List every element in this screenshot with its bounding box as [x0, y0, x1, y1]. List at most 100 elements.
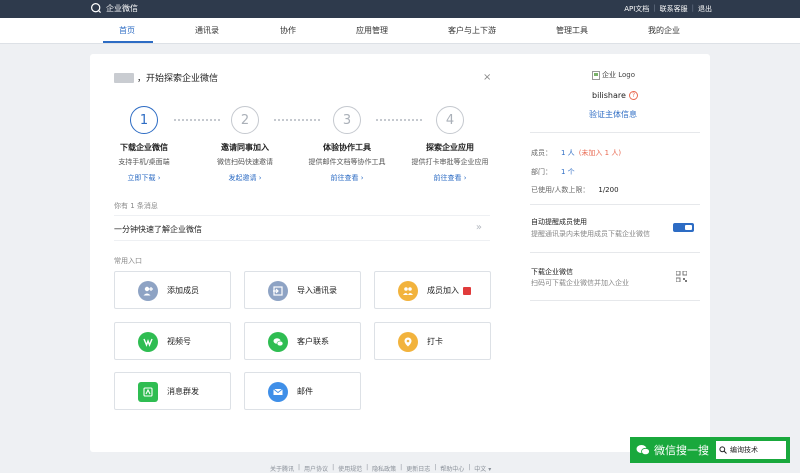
import-contacts-icon: [268, 281, 288, 301]
footer-terms[interactable]: 用户协议: [304, 464, 328, 473]
question-icon[interactable]: ?: [628, 91, 638, 100]
check-in-icon: [398, 332, 418, 352]
invite-link[interactable]: 发起邀请 ›: [205, 173, 285, 183]
nav-home[interactable]: 首页: [119, 25, 135, 36]
footer-help[interactable]: 帮助中心: [440, 464, 464, 473]
brand[interactable]: 企业微信: [90, 2, 138, 15]
step-desc: 支持手机/桌面端: [118, 158, 170, 166]
step-invite: 2 邀请同事加入 微信扫码快速邀请 发起邀请 ›: [205, 106, 285, 183]
divider: [530, 252, 700, 253]
view-collaboration-link[interactable]: 前往查看 ›: [307, 173, 387, 183]
entry-customer-contact[interactable]: 客户联系: [244, 322, 361, 360]
entry-label: 邮件: [297, 387, 313, 396]
download-now-link[interactable]: 立即下载 ›: [104, 173, 184, 183]
separator: |: [653, 4, 656, 12]
message-text: 一分钟快速了解企业微信: [114, 225, 202, 234]
entry-label: 导入通讯录: [297, 286, 337, 295]
auto-remind-desc: 提醒通讯录内未使用成员下载企业微信: [531, 230, 650, 238]
verify-entity-link[interactable]: 验证主体信息: [589, 109, 637, 120]
entry-label: 成员加入: [427, 285, 471, 296]
intro-title-text: ，开始探索企业微信: [137, 74, 219, 84]
department-count: 部门： 1 个: [531, 168, 575, 176]
auto-remind-toggle[interactable]: [673, 223, 694, 232]
member-count: 成员： 1 人 (未加入 1 人): [531, 149, 622, 157]
top-bar: 企业微信 API文档 | 联系客服 | 退出: [0, 0, 800, 18]
nav-my-company[interactable]: 我的企业: [648, 25, 680, 36]
entry-mail[interactable]: 邮件: [244, 372, 361, 410]
step-apps: 4 探索企业应用 提供打卡审批等企业应用 前往查看 ›: [410, 106, 490, 183]
watermark-search-box: 编询技术: [716, 441, 786, 459]
entry-label: 客户联系: [297, 337, 329, 346]
watermark-text: 微信搜一搜: [654, 444, 709, 457]
footer-privacy[interactable]: 隐私政策: [372, 464, 396, 473]
entry-check-in[interactable]: 打卡: [374, 322, 491, 360]
nav-collaboration[interactable]: 协作: [280, 25, 296, 36]
step-desc: 微信扫码快速邀请: [217, 158, 273, 166]
double-chevron-right-icon: »: [475, 222, 482, 233]
step-number: 4: [436, 106, 464, 134]
department-count-link[interactable]: 1 个: [561, 168, 575, 176]
nav-contacts[interactable]: 通讯录: [195, 25, 219, 36]
search-icon: [719, 446, 727, 454]
main-panel: ，开始探索企业微信 × 1 下载企业微信 支持手机/桌面端 立即下载 › 2 邀…: [90, 54, 710, 452]
nav-management-tools[interactable]: 管理工具: [556, 25, 588, 36]
contact-support-link[interactable]: 联系客服: [660, 4, 688, 14]
download-app-desc: 扫码可下载企业微信并加入企业: [531, 279, 629, 287]
entry-add-member[interactable]: 添加成员: [114, 271, 231, 309]
api-docs-link[interactable]: API文档: [624, 4, 649, 14]
logout-link[interactable]: 退出: [698, 4, 712, 14]
footer-about[interactable]: 关于腾讯: [270, 464, 294, 473]
top-links: API文档 | 联系客服 | 退出: [624, 4, 712, 14]
message-item[interactable]: 一分钟快速了解企业微信 »: [114, 215, 490, 241]
blurred-user-name: [114, 72, 134, 83]
entry-member-join[interactable]: 成员加入: [374, 271, 491, 309]
auto-remind-title: 自动提醒成员使用: [531, 218, 587, 226]
wechat-icon: [636, 445, 650, 456]
entry-label: 消息群发: [167, 387, 199, 396]
mail-icon: [268, 382, 288, 402]
step-number: 2: [231, 106, 259, 134]
entry-label: 添加成员: [167, 286, 199, 295]
nav-customers[interactable]: 客户与上下游: [448, 25, 496, 36]
nav-app-management[interactable]: 应用管理: [356, 25, 388, 36]
entry-channels[interactable]: 视频号: [114, 322, 231, 360]
footer-language[interactable]: 中文 ▾: [474, 464, 491, 473]
pending-members-link[interactable]: (未加入 1 人): [579, 149, 621, 157]
brand-name: 企业微信: [106, 4, 138, 13]
org-logo: 企业 Logo: [592, 70, 635, 80]
onboarding-steps: 1 下载企业微信 支持手机/桌面端 立即下载 › 2 邀请同事加入 微信扫码快速…: [114, 106, 489, 186]
step-title: 体验协作工具: [323, 143, 371, 152]
download-app-title: 下载企业微信: [531, 268, 573, 276]
entry-import-contacts[interactable]: 导入通讯录: [244, 271, 361, 309]
channels-icon: [138, 332, 158, 352]
org-name-text: bilishare: [592, 91, 626, 100]
footer-changelog[interactable]: 更新日志: [406, 464, 430, 473]
usage-limit: 已使用/人数上限： 1/200: [531, 186, 619, 194]
watermark-search-text: 编询技术: [730, 446, 758, 454]
step-desc: 提供邮件文档等协作工具: [308, 158, 386, 166]
close-icon[interactable]: ×: [483, 72, 491, 83]
separator: |: [691, 4, 694, 12]
step-desc: 提供打卡审批等企业应用: [411, 158, 489, 166]
entry-mass-message[interactable]: 消息群发: [114, 372, 231, 410]
wechat-search-watermark: 微信搜一搜 编询技术: [630, 437, 790, 463]
divider: [530, 132, 700, 133]
messages-label: 你有 1 条消息: [114, 202, 158, 210]
entry-label: 视频号: [167, 337, 191, 346]
qr-code-icon[interactable]: [676, 271, 687, 282]
usage-limit-value: 1/200: [598, 186, 619, 194]
step-number: 1: [130, 106, 158, 134]
footer-guidelines[interactable]: 使用规范: [338, 464, 362, 473]
step-number: 3: [333, 106, 361, 134]
step-collaboration: 3 体验协作工具 提供邮件文档等协作工具 前往查看 ›: [307, 106, 387, 183]
divider: [530, 204, 700, 205]
mass-message-icon: [138, 382, 158, 402]
entries-label: 常用入口: [114, 257, 142, 265]
add-member-icon: [138, 281, 158, 301]
broken-image-icon: [592, 70, 600, 80]
view-apps-link[interactable]: 前往查看 ›: [410, 173, 490, 183]
org-logo-alt: 企业 Logo: [602, 71, 636, 79]
member-count-link[interactable]: 1 人: [561, 149, 575, 157]
member-join-icon: [398, 281, 418, 301]
nav-active-indicator: [103, 41, 153, 43]
